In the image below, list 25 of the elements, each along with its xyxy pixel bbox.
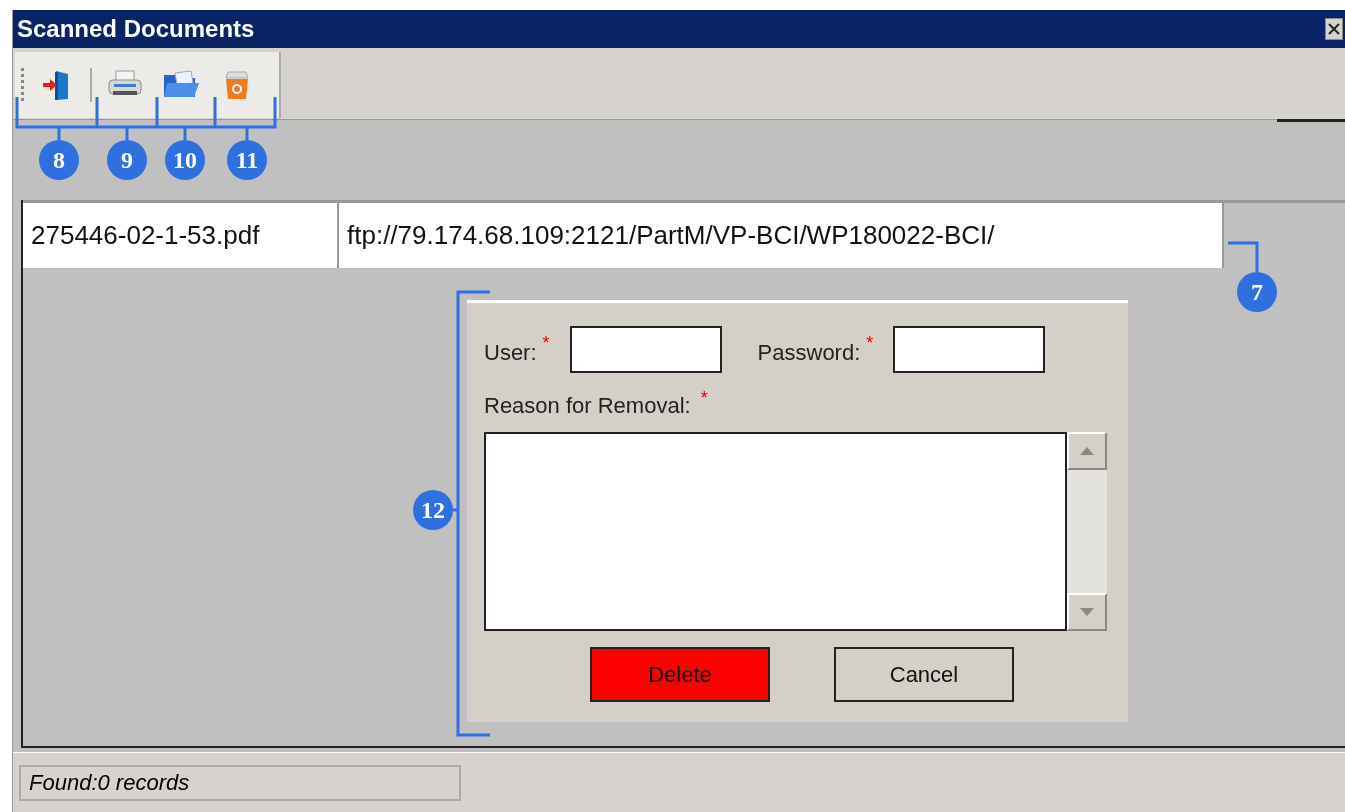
password-label: Password: — [757, 339, 861, 367]
reason-field[interactable] — [484, 432, 1067, 631]
trash-icon — [222, 69, 252, 101]
table-cell: ftp://79.174.68.109:2121/PartM/VP-BCI/WP180022-BCI/ — [339, 203, 1224, 268]
scroll-down-button[interactable] — [1067, 593, 1107, 631]
password-field[interactable] — [893, 326, 1046, 373]
scroll-up-button[interactable] — [1067, 432, 1107, 470]
leader-line — [1228, 241, 1259, 272]
table-cell: 275446-02-1-53.pdf — [23, 203, 339, 268]
cancel-button[interactable]: Cancel — [834, 647, 1014, 702]
status-text: Found:0 records — [19, 764, 461, 801]
required-mark: * — [866, 332, 874, 355]
reason-label: Reason for Removal: — [484, 392, 691, 420]
up-arrow-icon — [1080, 447, 1094, 455]
user-label: User: — [484, 339, 537, 367]
user-field[interactable] — [569, 326, 722, 373]
scrollbar[interactable] — [1067, 432, 1107, 631]
close-button[interactable] — [1325, 18, 1343, 40]
grip-icon — [21, 68, 24, 102]
required-mark: * — [542, 332, 550, 355]
down-arrow-icon — [1080, 608, 1094, 616]
close-icon — [1328, 23, 1340, 35]
delete-button[interactable]: Delete — [590, 647, 770, 702]
window-title: Scanned Documents — [17, 14, 255, 44]
required-mark: * — [700, 387, 708, 410]
